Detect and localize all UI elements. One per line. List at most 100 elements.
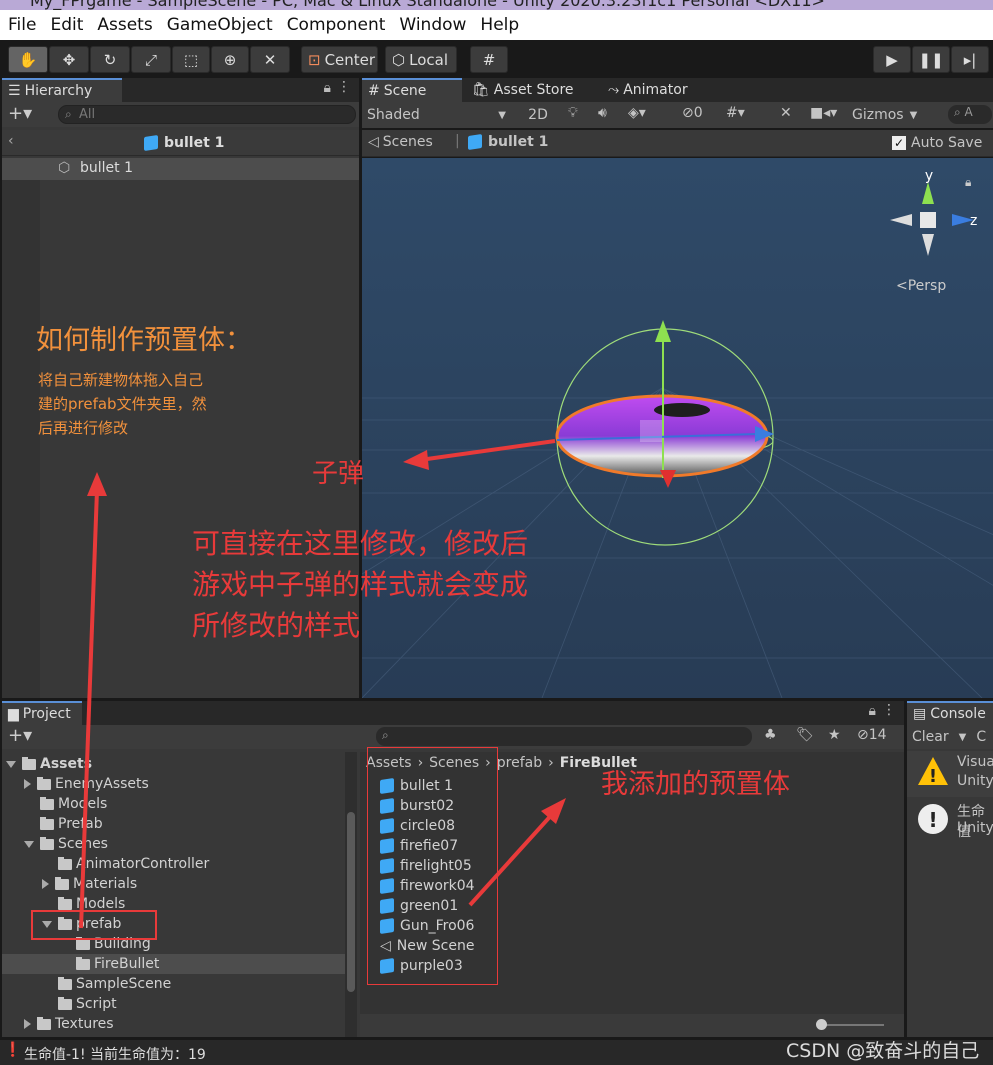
collapse-arrow-icon[interactable] [42,879,49,889]
hand-tool-icon[interactable]: ✋ [8,46,48,73]
console-collapse-button[interactable]: C [976,729,986,745]
menu-gameobject[interactable]: GameObject [167,15,273,35]
tree-folder-textures[interactable]: Textures [2,1014,346,1034]
play-button[interactable]: ▶ [873,46,911,73]
filter-type-icon[interactable]: ♣ [764,727,777,743]
project-search-input[interactable]: ⌕ [376,727,752,746]
svg-text:!: ! [928,808,937,832]
breadcrumb-scenes[interactable]: ◁ Scenes [368,134,433,150]
transform-tool-icon[interactable]: ⊕ [211,46,249,73]
csdn-watermark: CSDN @致奋斗的自己 [786,1040,980,1062]
path-separator: › [548,755,554,771]
tab-hierarchy[interactable]: ☰ Hierarchy [2,78,122,102]
hierarchy-search-input[interactable]: ⌕ All [58,105,356,124]
slider-thumb[interactable] [816,1019,827,1030]
tab-animator[interactable]: ⤳ Animator [602,78,694,102]
hierarchy-search-placeholder: All [79,107,96,122]
panel-menu-icon[interactable]: ⋮ [882,702,896,718]
eye-slash-icon: ⊘ [857,727,869,743]
back-chevron-icon[interactable]: ‹ [8,133,14,149]
step-button[interactable]: ▸| [951,46,989,73]
effects-icon[interactable]: ◈▾ [628,105,646,121]
lock-icon[interactable]: 🔒︎ [324,80,331,96]
rect-tool-icon[interactable]: ⬚ [172,46,210,73]
grid-icon[interactable]: #▾ [726,105,745,121]
tab-scene[interactable]: # Scene [362,78,462,102]
tools-icon[interactable]: ✕ [780,105,792,121]
auto-save-toggle[interactable]: ✓ Auto Save [892,135,982,151]
scene-visibility-toggle[interactable]: ⊘ 0 [682,105,703,121]
folder-icon [37,1016,51,1030]
tree-folder-scenes[interactable]: Scenes [2,834,346,854]
tab-asset-store[interactable]: 🛍︎ Asset Store [466,78,580,102]
expand-arrow-icon[interactable] [24,840,34,848]
tree-folder-prefab[interactable]: Prefab [2,814,346,834]
console-clear-button[interactable]: Clear [912,729,949,745]
tree-folder-assets[interactable]: Assets [2,754,346,774]
path-prefab[interactable]: prefab [497,755,542,771]
grid-snap-icon[interactable]: # [470,46,508,73]
tree-folder-label: EnemyAssets [55,776,149,792]
menu-file[interactable]: File [8,15,36,35]
shading-mode-dropdown[interactable]: Shaded ▼ [362,104,512,126]
folder-icon [58,996,72,1010]
console-entry-subtext: Unity [957,773,993,789]
folder-icon [40,796,54,810]
rotate-tool-icon[interactable]: ↻ [90,46,130,73]
panel-menu-icon[interactable]: ⋮ [337,79,351,95]
hierarchy-row[interactable]: ⬡ bullet 1 [2,158,359,180]
favorite-star-icon[interactable]: ★ [828,727,841,743]
filter-label-icon[interactable]: 🏷︎ [796,727,814,743]
scale-tool-icon[interactable]: ⤢ [131,46,171,73]
tree-folder-enemyassets[interactable]: EnemyAssets [2,774,346,794]
info-message-icon: ! [918,804,948,834]
tree-folder-samplescene[interactable]: SampleScene [2,974,346,994]
custom-tool-icon[interactable]: ✕ [250,46,290,73]
menu-component[interactable]: Component [287,15,386,35]
lock-icon[interactable]: 🔒︎ [869,703,876,719]
lighting-icon[interactable]: 💡︎ [568,105,578,121]
console-entry[interactable]: ! 生命值 Unity [907,798,993,844]
tree-folder-materials[interactable]: Materials [2,874,346,894]
tree-folder-animatorcontroller[interactable]: AnimatorController [2,854,346,874]
pivot-local-button[interactable]: ⬡ Local [385,46,457,73]
tree-folder-models[interactable]: Models [2,794,346,814]
collapse-arrow-icon[interactable] [24,1019,31,1029]
audio-icon[interactable]: 🔊︎ [598,105,607,121]
menu-edit[interactable]: Edit [50,15,83,35]
console-entry[interactable]: ! Visua Unity [907,751,993,797]
move-tool-icon[interactable]: ✥ [49,46,89,73]
warning-icon: ! [918,757,948,786]
toggle-2d-button[interactable]: 2D [520,104,556,126]
svg-text:!: ! [929,766,937,786]
menu-assets[interactable]: Assets [97,15,152,35]
tree-folder-label: Script [76,996,117,1012]
menu-window[interactable]: Window [399,15,466,35]
scene-search-input[interactable]: ⌕ A [948,105,992,124]
create-add-icon[interactable]: +▾ [8,103,32,124]
hidden-packages-toggle[interactable]: ⊘ 14 [857,727,887,743]
tab-project[interactable]: ▆ Project [2,701,82,725]
tab-console[interactable]: ▤ Console [907,701,993,725]
gizmos-dropdown[interactable]: Gizmos ▼ [852,104,917,126]
menu-help[interactable]: Help [480,15,519,35]
icon-size-slider[interactable] [818,1024,884,1026]
breadcrumb-current[interactable]: bullet 1 [468,134,548,150]
create-add-icon[interactable]: +▾ [8,725,32,746]
menu-bar: File Edit Assets GameObject Component Wi… [0,10,993,40]
collapse-arrow-icon[interactable] [24,779,31,789]
tree-folder-firebullet[interactable]: FireBullet [2,954,346,974]
console-tabbar: ▤ Console [907,701,993,725]
gizmo-z-label: z [970,213,977,229]
chevron-down-icon[interactable]: ▼ [959,732,967,743]
annotation-how-body: 将自己新建物体拖入自己 建的prefab文件夹里，然 后再进行修改 [38,368,207,440]
tree-folder-label: Scenes [58,836,108,852]
tree-scrollbar[interactable] [345,752,357,1037]
tree-folder-script[interactable]: Script [2,994,346,1014]
folder-icon [76,936,90,950]
status-message[interactable]: 生命值-1! 当前生命值为：19 [24,1044,206,1064]
pause-button[interactable]: ❚❚ [912,46,950,73]
expand-arrow-icon[interactable] [6,760,16,768]
pivot-center-button[interactable]: ⊡ Center [301,46,378,73]
camera-icon[interactable]: ■◂▾ [810,105,837,121]
